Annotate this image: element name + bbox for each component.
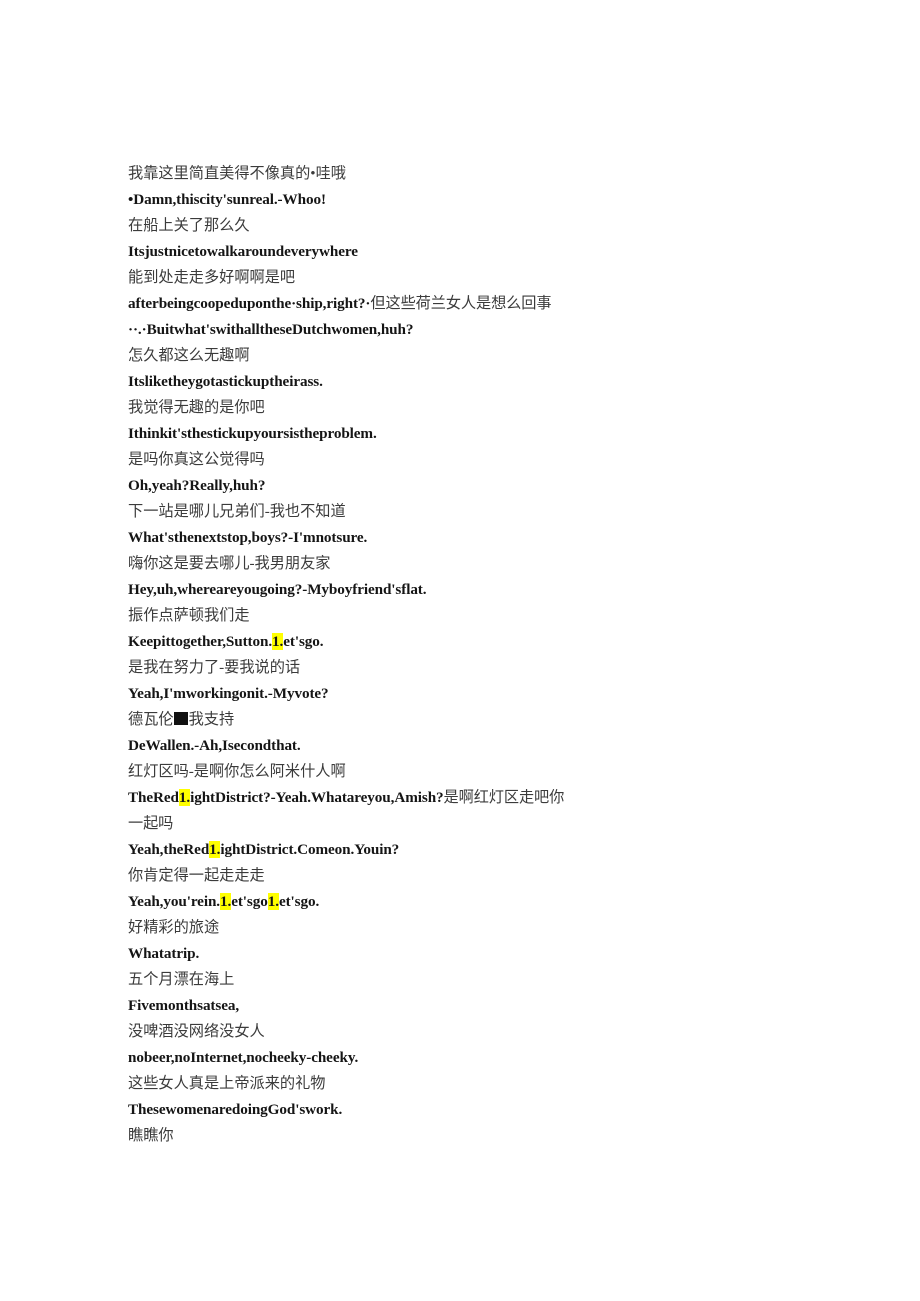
- line-text: Whatatrip.: [128, 945, 200, 962]
- line-text: 是我在努力了-要我说的话: [128, 659, 301, 676]
- subtitle-line: Ithinkit'sthestickupyoursistheproblem.: [128, 421, 576, 447]
- line-text: Oh,yeah?Really,huh?: [128, 477, 266, 494]
- subtitle-line: 我觉得无趣的是你吧: [128, 395, 576, 421]
- subtitle-line: Yeah,I'mworkingonit.-Myvote?: [128, 681, 576, 707]
- line-text: 我觉得无趣的是你吧: [128, 399, 265, 416]
- line-text: 怎久都这么无趣啊: [128, 347, 250, 364]
- line-text: •Damn,thiscity'sunreal.-Whoo!: [128, 191, 326, 208]
- subtitle-line: 我靠这里简直美得不像真的•哇哦: [128, 161, 576, 187]
- subtitle-line: Fivemonthsatsea,: [128, 993, 576, 1019]
- subtitle-line: Keepittogether,Sutton.1.et'sgo.: [128, 629, 576, 655]
- line-text: 好精彩的旅途: [128, 919, 220, 936]
- line-text: et'sgo.: [278, 893, 320, 910]
- line-text: et'sgo: [231, 893, 268, 910]
- line-text: Keepittogether,Sutton.: [128, 633, 273, 650]
- subtitle-line: 怎久都这么无趣啊: [128, 343, 576, 369]
- line-text: afterbeingcoopeduponthe·ship,right?·: [128, 295, 371, 312]
- line-text: nobeer,noInternet,nocheeky-cheeky.: [128, 1049, 359, 1066]
- subtitle-line: 是我在努力了-要我说的话: [128, 655, 576, 681]
- subtitle-line: 五个月漂在海上: [128, 967, 576, 993]
- subtitle-line: 你肯定得一起走走走: [128, 863, 576, 889]
- subtitle-line: 红灯区吗-是啊你怎么阿米什人啊: [128, 759, 576, 785]
- line-text: DeWallen.-Ah,Isecondthat.: [128, 737, 301, 754]
- subtitle-line: 好精彩的旅途: [128, 915, 576, 941]
- subtitle-line: 没啤酒没网络没女人: [128, 1019, 576, 1045]
- subtitle-line: nobeer,noInternet,nocheeky-cheeky.: [128, 1045, 576, 1071]
- subtitle-line: •Damn,thiscity'sunreal.-Whoo!: [128, 187, 576, 213]
- line-text: 在船上关了那么久: [128, 217, 250, 234]
- subtitle-line: 振作点萨顿我们走: [128, 603, 576, 629]
- line-text: 能到处走走多好啊啊是吧: [128, 269, 296, 286]
- line-text: What'sthenextstop,boys?-I'mnotsure.: [128, 529, 368, 546]
- line-text: Itsjustnicetowalkaroundeverywhere: [128, 243, 358, 260]
- document-page: 我靠这里简直美得不像真的•哇哦 •Damn,thiscity'sunreal.-W…: [0, 0, 920, 1301]
- subtitle-line: What'sthenextstop,boys?-I'mnotsure.: [128, 525, 576, 551]
- highlighted-token: 1.: [272, 633, 284, 650]
- line-text: Yeah,I'mworkingonit.-Myvote?: [128, 685, 329, 702]
- subtitle-line: 下一站是哪儿兄弟们-我也不知道: [128, 499, 576, 525]
- subtitle-line: afterbeingcoopeduponthe·ship,right?·但这些荷…: [128, 291, 576, 317]
- highlighted-token: 1.: [267, 893, 279, 910]
- subtitle-line: 这些女人真是上帝派来的礼物: [128, 1071, 576, 1097]
- line-text: ··.·Buitwhat'swithalltheseDutchwomen,huh…: [128, 321, 414, 338]
- subtitle-line: DeWallen.-Ah,Isecondthat.: [128, 733, 576, 759]
- subtitle-line: 嗨你这是要去哪儿-我男朋友家: [128, 551, 576, 577]
- line-text: ightDistrict.Comeon.Youin?: [220, 841, 400, 858]
- highlighted-token: 1.: [209, 841, 221, 858]
- line-text: 嗨你这是要去哪儿-我男朋友家: [128, 555, 331, 572]
- subtitle-line: Hey,uh,whereareyougoing?-Myboyfriend'sfl…: [128, 577, 576, 603]
- line-text: et'sgo.: [283, 633, 324, 650]
- line-text: 五个月漂在海上: [128, 971, 235, 988]
- line-text: 德瓦伦: [128, 711, 174, 728]
- transcript-body: 我靠这里简直美得不像真的•哇哦 •Damn,thiscity'sunreal.-W…: [128, 161, 576, 1149]
- line-text: Itsliketheygotastickuptheirass.: [128, 373, 323, 390]
- inline-source-text: 但这些荷兰女人是想么回事: [370, 295, 552, 312]
- subtitle-line: ··.·Buitwhat'swithalltheseDutchwomen,huh…: [128, 317, 576, 343]
- subtitle-line: 是吗你真这公觉得吗: [128, 447, 576, 473]
- line-text: 振作点萨顿我们走: [128, 607, 250, 624]
- line-text: Yeah,you'rein.: [128, 893, 220, 910]
- subtitle-line: 德瓦伦 我支持: [128, 707, 576, 733]
- line-text: 红灯区吗-是啊你怎么阿米什人啊: [128, 763, 346, 780]
- line-text: 我靠这里简直美得不像真的•哇哦: [128, 165, 346, 182]
- subtitle-line: ThesewomenaredoingGod'swork.: [128, 1097, 576, 1123]
- line-text: ThesewomenaredoingGod'swork.: [128, 1101, 343, 1118]
- line-text: 瞧瞧你: [128, 1127, 174, 1144]
- line-text: Ithinkit'sthestickupyoursistheproblem.: [128, 425, 377, 442]
- line-text: Yeah,theRed: [128, 841, 210, 858]
- subtitle-line: 在船上关了那么久: [128, 213, 576, 239]
- subtitle-line: TheRed1.ightDistrict?-Yeah.Whatareyou,Am…: [128, 785, 576, 837]
- subtitle-line: Itsjustnicetowalkaroundeverywhere: [128, 239, 576, 265]
- highlighted-token: 1.: [220, 893, 232, 910]
- subtitle-line: Oh,yeah?Really,huh?: [128, 473, 576, 499]
- line-text: 我支持: [188, 711, 235, 728]
- highlighted-token: 1.: [178, 789, 191, 806]
- subtitle-line: 能到处走走多好啊啊是吧: [128, 265, 576, 291]
- subtitle-line: Itsliketheygotastickuptheirass.: [128, 369, 576, 395]
- line-text: 你肯定得一起走走走: [128, 867, 265, 884]
- line-text: ightDistrict?-Yeah.Whatareyou,Amish?: [190, 789, 444, 806]
- subtitle-line: 瞧瞧你: [128, 1123, 576, 1149]
- line-text: Fivemonthsatsea,: [128, 997, 240, 1014]
- subtitle-line: Yeah,you'rein.1.et'sgo1.et'sgo.: [128, 889, 576, 915]
- line-text: 下一站是哪儿兄弟们-我也不知道: [128, 503, 346, 520]
- line-text: 没啤酒没网络没女人: [128, 1023, 265, 1040]
- line-text: 是吗你真这公觉得吗: [128, 451, 265, 468]
- missing-glyph-icon: [173, 712, 189, 725]
- line-text: Hey,uh,whereareyougoing?-Myboyfriend'sfl…: [128, 581, 427, 598]
- line-text: 这些女人真是上帝派来的礼物: [128, 1075, 326, 1092]
- line-text: TheRed: [128, 789, 179, 806]
- subtitle-line: Whatatrip.: [128, 941, 576, 967]
- subtitle-line: Yeah,theRed1.ightDistrict.Comeon.Youin?: [128, 837, 576, 863]
